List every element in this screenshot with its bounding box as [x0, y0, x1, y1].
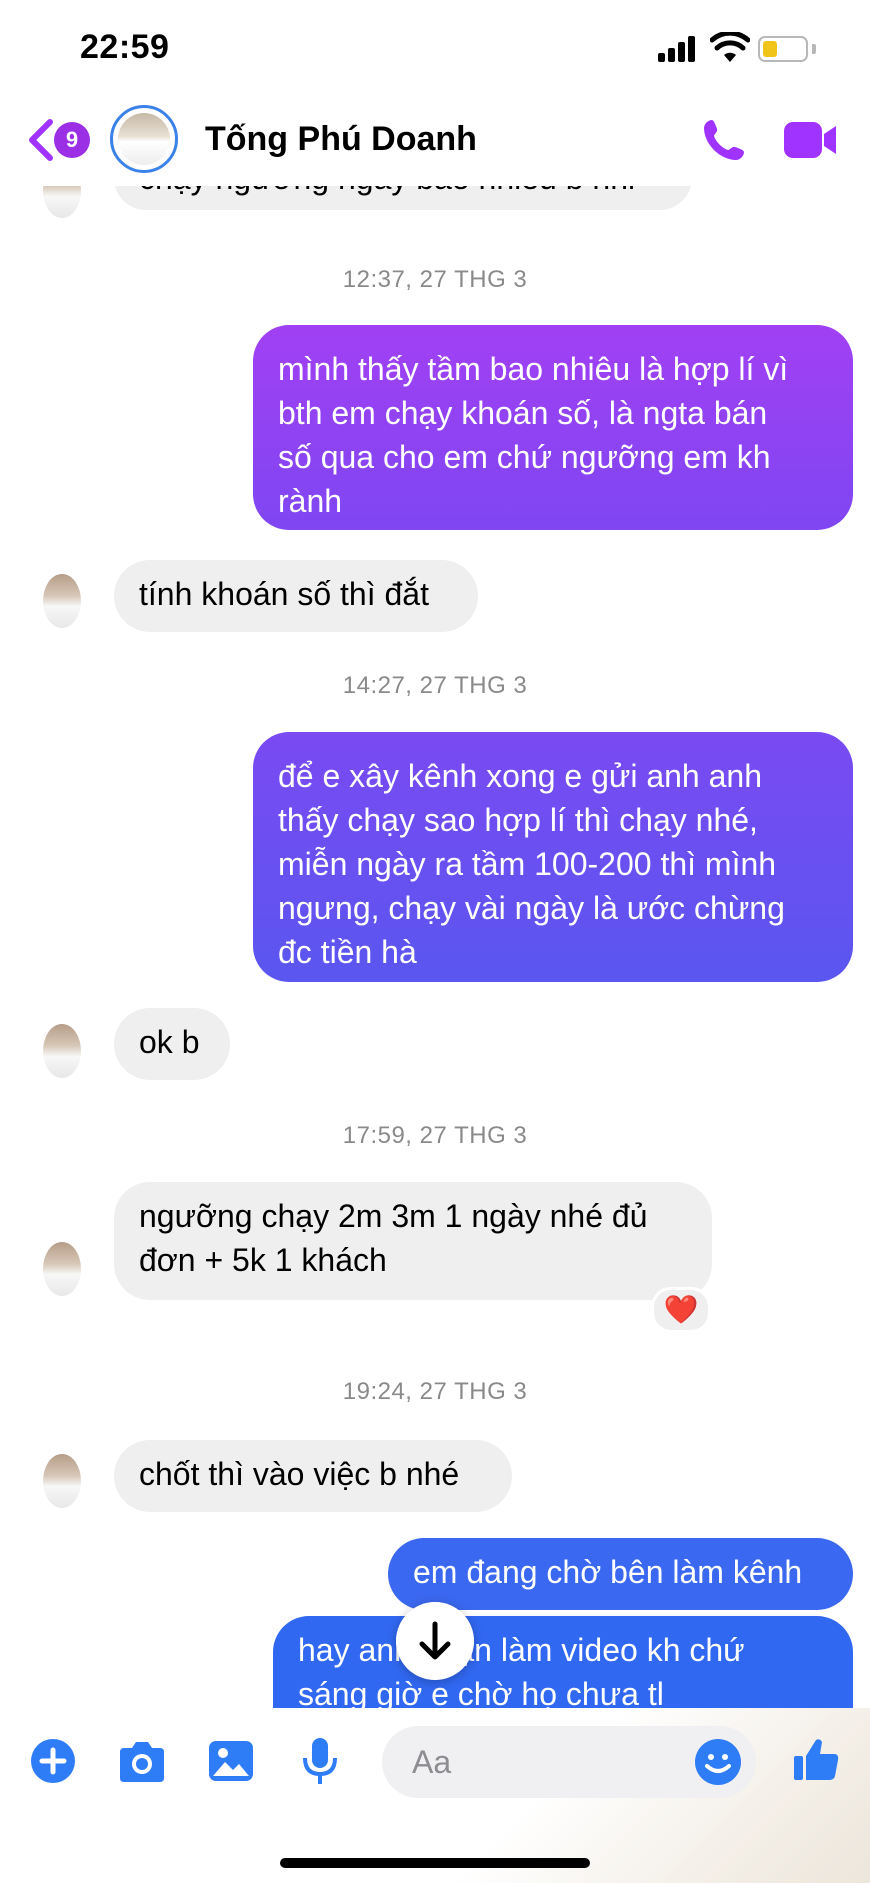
timestamp: 19:24, 27 THG 3 — [342, 1378, 528, 1405]
unread-count-badge[interactable]: 9 — [54, 122, 90, 158]
home-indicator — [280, 1858, 590, 1868]
message-line: ngưỡng chạy 2m 3m 1 ngày nhé đủ — [139, 1198, 648, 1234]
sender-avatar — [43, 1242, 81, 1296]
outgoing-message[interactable]: hay anh nhận làm video kh chứ sáng giờ e… — [273, 1616, 853, 1708]
message-line: rành — [278, 483, 343, 519]
timestamp: 14:27, 27 THG 3 — [342, 672, 528, 699]
incoming-message[interactable]: tính khoán số thì đắt — [114, 560, 478, 632]
message-line: sáng giờ e chờ họ chưa tl — [298, 1676, 664, 1708]
sender-avatar — [43, 574, 81, 628]
message-line: số qua cho em chứ ngưỡng em kh — [278, 439, 771, 475]
video-camera-icon[interactable] — [784, 120, 838, 160]
incoming-message[interactable]: ngưỡng chạy 2m 3m 1 ngày nhé đủ đơn + 5k… — [114, 1182, 712, 1300]
outgoing-message[interactable]: mình thấy tầm bao nhiêu là hợp lí vì bth… — [253, 325, 853, 530]
timestamp: 12:37, 27 THG 3 — [342, 266, 528, 293]
heart-reaction-icon[interactable]: ❤️ — [651, 1287, 711, 1333]
conversation-header: 9 Tống Phú Doanh — [0, 100, 870, 186]
sender-avatar — [43, 1024, 81, 1078]
sender-avatar — [43, 186, 81, 218]
sender-avatar — [43, 1454, 81, 1508]
message-line: ngưng, chạy vài ngày là ước chừng — [278, 890, 785, 926]
message-line: thấy chạy sao hợp lí thì chạy nhé, — [278, 802, 758, 838]
message-input-placeholder: Aa — [412, 1744, 452, 1780]
contact-name[interactable]: Tống Phú Doanh — [205, 120, 477, 159]
wifi-icon — [710, 32, 750, 62]
thumbs-up-icon[interactable] — [792, 1736, 840, 1784]
battery-icon — [758, 36, 808, 62]
outgoing-message[interactable]: em đang chờ bên làm kênh — [388, 1538, 853, 1610]
cellular-signal-icon — [658, 36, 698, 62]
camera-icon[interactable] — [116, 1740, 168, 1784]
message-line: mình thấy tầm bao nhiêu là hợp lí vì — [278, 351, 789, 387]
microphone-icon[interactable] — [302, 1736, 338, 1786]
phone-icon[interactable] — [700, 116, 748, 164]
message-line: để e xây kênh xong e gửi anh anh — [278, 758, 762, 794]
incoming-message[interactable]: chạy ngưỡng ngày bao nhiêu b nhỉ — [114, 186, 692, 210]
chevron-left-icon[interactable] — [26, 118, 56, 162]
image-icon[interactable] — [208, 1740, 254, 1782]
clock: 22:59 — [80, 28, 170, 66]
timestamp: 17:59, 27 THG 3 — [342, 1122, 528, 1149]
message-line: bth em chạy khoán số, là ngta bán — [278, 395, 768, 431]
outgoing-message[interactable]: để e xây kênh xong e gửi anh anh thấy ch… — [253, 732, 853, 982]
contact-avatar[interactable] — [110, 105, 178, 173]
message-line: đơn + 5k 1 khách — [139, 1242, 387, 1278]
battery-cap — [812, 44, 816, 54]
incoming-message[interactable]: chốt thì vào việc b nhé — [114, 1440, 512, 1512]
emoji-icon[interactable] — [694, 1738, 742, 1786]
status-bar: 22:59 — [0, 0, 870, 100]
plus-icon[interactable] — [30, 1738, 76, 1784]
incoming-message[interactable]: ok b — [114, 1008, 230, 1080]
message-line: hay anh nhận làm video kh chứ — [298, 1632, 745, 1668]
message-line: đc tiền hà — [278, 934, 417, 970]
composer-bar: Aa — [0, 1708, 870, 1883]
message-line: miễn ngày ra tầm 100-200 thì mình — [278, 846, 777, 882]
message-list[interactable]: chạy ngưỡng ngày bao nhiêu b nhỉ 12:37, … — [0, 186, 870, 1708]
arrow-down-icon[interactable] — [396, 1602, 474, 1680]
